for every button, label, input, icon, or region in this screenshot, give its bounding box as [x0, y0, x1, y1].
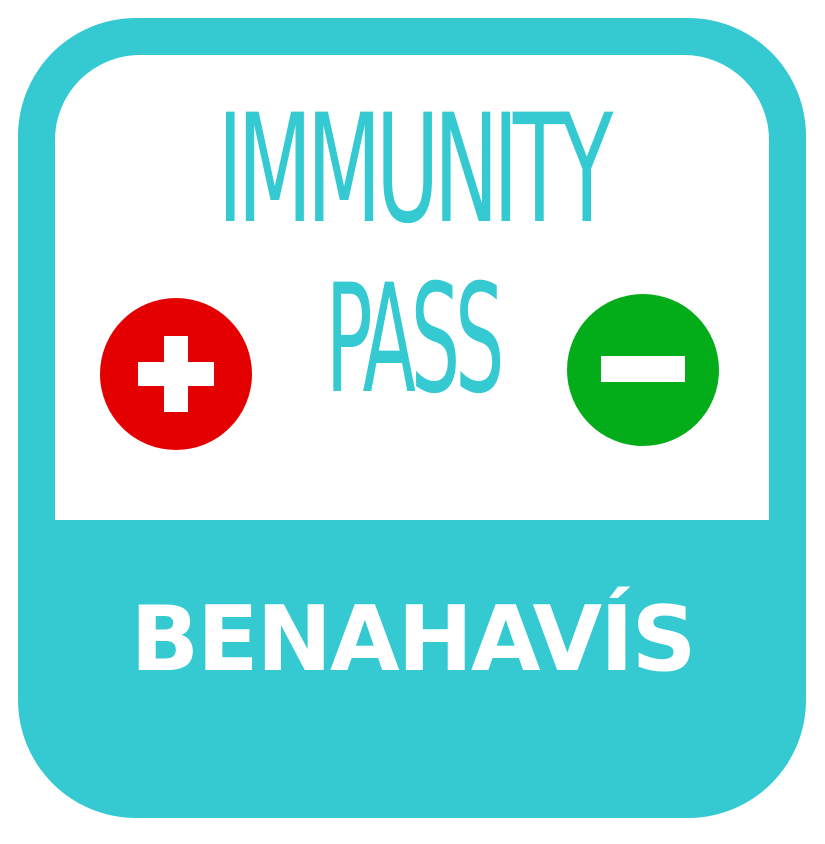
- minus-circle-icon: [567, 294, 719, 446]
- plus-circle-icon: [100, 298, 252, 450]
- badge-title-pass: PASS: [325, 253, 505, 427]
- badge-title-immunity: IMMUNITY: [217, 83, 613, 257]
- badge-place-name: BENAHAVÍS: [130, 587, 697, 692]
